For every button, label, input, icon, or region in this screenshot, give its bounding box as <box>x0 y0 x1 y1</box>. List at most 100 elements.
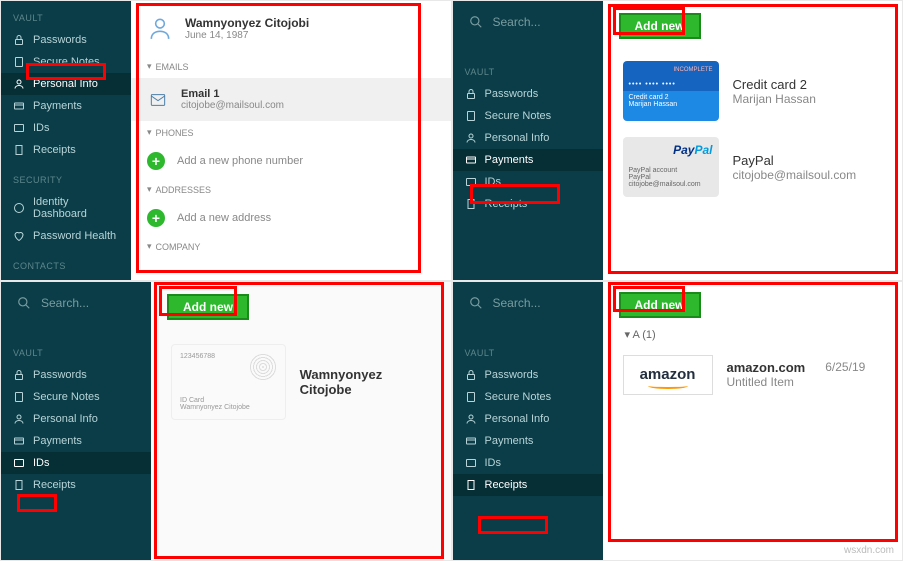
sidebar-item-personal-info[interactable]: Personal Info <box>1 73 131 95</box>
note-icon <box>465 391 477 403</box>
person-icon <box>465 132 477 144</box>
add-new-button[interactable]: Add new <box>167 294 249 320</box>
sidebar-item-secure-notes[interactable]: Secure Notes <box>1 386 151 408</box>
sidebar-item-passwords[interactable]: Passwords <box>453 83 603 105</box>
lock-icon <box>465 369 477 381</box>
id-icon <box>465 457 477 469</box>
sidebar-item-personal-info[interactable]: Personal Info <box>1 408 151 430</box>
sidebar: Search... VAULT Passwords Secure Notes P… <box>1 282 151 561</box>
fingerprint-icon <box>249 353 277 381</box>
id-icon <box>465 176 477 188</box>
receipt-date: 6/25/19 <box>825 360 865 375</box>
sidebar-item-label: Identity Dashboard <box>33 196 119 220</box>
sidebar-item-secure-notes[interactable]: Secure Notes <box>453 105 603 127</box>
caret-down-icon: ▾ <box>147 184 152 195</box>
note-icon <box>465 110 477 122</box>
person-name: Wamnyonyez Citojobi <box>185 16 309 30</box>
vault-header: VAULT <box>1 344 151 364</box>
sidebar: VAULT Passwords Secure Notes Personal In… <box>1 1 131 280</box>
sidebar-item-ids[interactable]: IDs <box>453 452 603 474</box>
sidebar-item-payments[interactable]: Payments <box>453 430 603 452</box>
search-input[interactable]: Search... <box>453 1 603 43</box>
add-address-button[interactable]: + Add a new address <box>131 201 451 235</box>
avatar-icon <box>147 15 173 41</box>
paypal-thumbnail: PayPal PayPal account PayPal citojobe@ma… <box>623 137 719 197</box>
vault-header: VAULT <box>453 63 603 83</box>
sidebar-item-password-health[interactable]: Password Health <box>1 225 131 247</box>
search-input[interactable]: Search... <box>453 282 603 324</box>
sidebar-item-personal-info[interactable]: Personal Info <box>453 127 603 149</box>
group-header[interactable]: ▾ A (1) <box>619 318 887 347</box>
lock-icon <box>13 34 25 46</box>
receipts-list: Add new ▾ A (1) amazon amazon.com 6/25/1… <box>603 282 903 561</box>
search-input[interactable]: Search... <box>1 282 151 324</box>
receipt-icon <box>13 479 25 491</box>
card-icon <box>465 435 477 447</box>
person-icon <box>13 413 25 425</box>
amazon-smile-icon <box>648 383 688 389</box>
contacts-header: CONTACTS <box>1 257 131 277</box>
receipt-item: Untitled Item <box>727 375 883 389</box>
sidebar: Search... VAULT Passwords Secure Notes P… <box>453 282 603 561</box>
sidebar-item-secure-notes[interactable]: Secure Notes <box>453 386 603 408</box>
card-holder: Marijan Hassan <box>733 92 816 106</box>
sidebar-item-ids[interactable]: IDs <box>1 117 131 139</box>
card-title: Credit card 2 <box>733 77 816 92</box>
sidebar-item-payments[interactable]: Payments <box>453 149 603 171</box>
watermark: wsxdn.com <box>844 545 894 556</box>
search-icon <box>469 296 483 310</box>
card-icon <box>465 154 477 166</box>
sidebar-item-payments[interactable]: Payments <box>1 95 131 117</box>
receipt-icon <box>465 198 477 210</box>
card-email: citojobe@mailsoul.com <box>733 168 857 182</box>
health-icon <box>13 230 25 242</box>
sidebar-item-label: Payments <box>33 100 82 112</box>
receipt-entry[interactable]: amazon amazon.com 6/25/19 Untitled Item <box>619 347 887 403</box>
add-new-button[interactable]: Add new <box>619 13 701 39</box>
dashboard-icon <box>13 202 25 214</box>
email-entry[interactable]: Email 1 citojobe@mailsoul.com <box>131 78 451 121</box>
sidebar-item-label: Receipts <box>33 144 76 156</box>
note-icon <box>13 391 25 403</box>
lock-icon <box>465 88 477 100</box>
emails-section[interactable]: ▾EMAILS <box>131 55 451 78</box>
sidebar-item-receipts[interactable]: Receipts <box>1 139 131 161</box>
sidebar-item-passwords[interactable]: Passwords <box>453 364 603 386</box>
sidebar-item-ids[interactable]: IDs <box>1 452 151 474</box>
sidebar-item-label: Secure Notes <box>33 56 100 68</box>
id-card-thumbnail: 123456788 ID Card Wamnyonyez Citojobe <box>171 344 286 420</box>
payment-paypal[interactable]: PayPal PayPal account PayPal citojobe@ma… <box>619 129 887 205</box>
sidebar-item-passwords[interactable]: Passwords <box>1 29 131 51</box>
envelope-icon <box>147 92 169 108</box>
sidebar-item-receipts[interactable]: Receipts <box>1 474 151 496</box>
vault-header: VAULT <box>1 9 131 29</box>
sidebar-item-label: IDs <box>33 122 50 134</box>
addresses-section[interactable]: ▾ADDRESSES <box>131 178 451 201</box>
person-icon <box>13 78 25 90</box>
vault-header: VAULT <box>453 344 603 364</box>
receipt-icon <box>465 479 477 491</box>
sidebar-item-receipts[interactable]: Receipts <box>453 193 603 215</box>
sidebar-item-receipts[interactable]: Receipts <box>453 474 603 496</box>
id-entry[interactable]: 123456788 ID Card Wamnyonyez Citojobe Wa… <box>167 336 435 428</box>
add-phone-button[interactable]: + Add a new phone number <box>131 144 451 178</box>
company-section[interactable]: ▾COMPANY <box>131 235 451 258</box>
personal-info-detail: Wamnyonyez Citojobi June 14, 1987 ▾EMAIL… <box>131 1 451 280</box>
caret-down-icon: ▾ <box>147 61 152 72</box>
sidebar-item-passwords[interactable]: Passwords <box>1 364 151 386</box>
sidebar-item-identity-dashboard[interactable]: Identity Dashboard <box>1 191 131 225</box>
sidebar-item-label: Passwords <box>33 34 87 46</box>
sidebar-item-personal-info[interactable]: Personal Info <box>453 408 603 430</box>
sidebar-item-label: Password Health <box>33 230 116 242</box>
add-new-button[interactable]: Add new <box>619 292 701 318</box>
card-title: PayPal <box>733 153 857 168</box>
ids-list: Add new 123456788 ID Card Wamnyonyez Cit… <box>151 282 451 561</box>
caret-down-icon: ▾ <box>147 241 152 252</box>
sidebar-item-secure-notes[interactable]: Secure Notes <box>1 51 131 73</box>
sidebar: Search... VAULT Passwords Secure Notes P… <box>453 1 603 280</box>
amazon-logo: amazon <box>623 355 713 395</box>
sidebar-item-ids[interactable]: IDs <box>453 171 603 193</box>
sidebar-item-payments[interactable]: Payments <box>1 430 151 452</box>
phones-section[interactable]: ▾PHONES <box>131 121 451 144</box>
payment-credit-card[interactable]: INCOMPLETE •••• •••• •••• Credit card 2 … <box>619 53 887 129</box>
